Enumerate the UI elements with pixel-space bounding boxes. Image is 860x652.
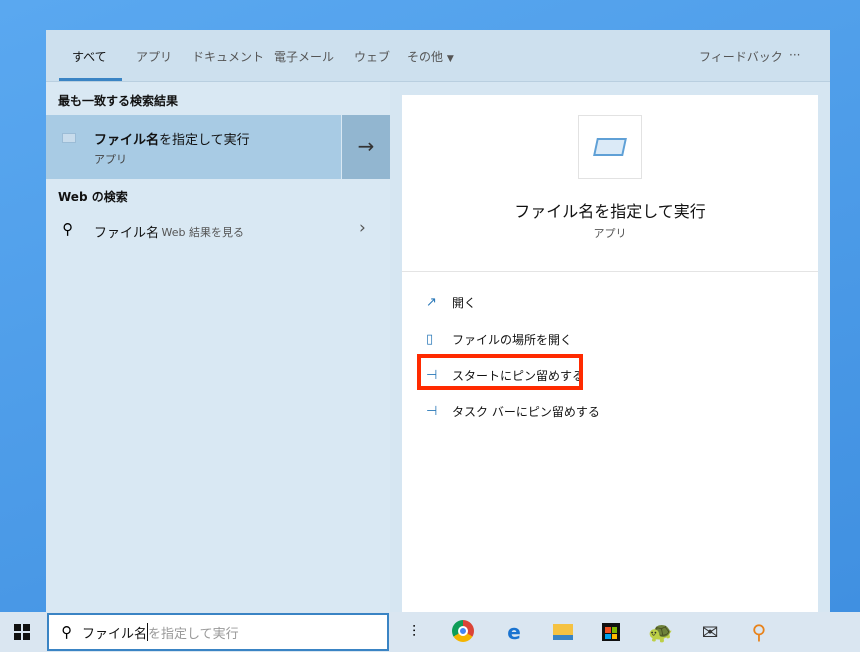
action-label: 開く <box>452 296 477 310</box>
highlight-box <box>417 354 583 390</box>
best-match-result[interactable]: ファイル名を指定して実行 アプリ <box>46 115 341 179</box>
app-large-icon <box>578 115 642 179</box>
action-open-location[interactable]: ▯ ファイルの場所を開く <box>426 331 572 348</box>
divider <box>402 271 818 272</box>
search-icon: ⚲ <box>61 623 72 641</box>
tab-documents[interactable]: ドキュメント <box>192 48 264 65</box>
edge-icon[interactable]: e <box>502 620 526 644</box>
web-result[interactable]: ⚲ ファイル名 - Web 結果を見る › <box>46 212 390 248</box>
results-pane: 最も一致する検索結果 ファイル名を指定して実行 アプリ → Web の検索 ⚲ … <box>46 82 390 612</box>
taskbar: ⚲ ファイル名 を指定して実行 ⫶ e 🐢 ✉ ⚲ <box>0 612 860 652</box>
web-heading: Web の検索 <box>58 190 128 204</box>
file-explorer-icon[interactable] <box>551 620 575 644</box>
more-options-button[interactable]: ··· <box>789 48 800 62</box>
store-icon[interactable] <box>599 620 623 644</box>
active-tab-indicator <box>59 78 122 81</box>
chevron-down-icon: ▼ <box>446 54 454 64</box>
tab-email[interactable]: 電子メール <box>274 48 334 65</box>
search-typed-text: ファイル名 <box>82 626 148 642</box>
mail-icon[interactable]: ✉ <box>698 620 722 644</box>
web-result-suffix: - Web 結果を見る <box>154 226 244 239</box>
chevron-right-icon: › <box>359 218 366 238</box>
taskbar-search-input[interactable]: ⚲ ファイル名 を指定して実行 <box>47 613 389 651</box>
action-label: タスク バーにピン留めする <box>452 405 600 419</box>
best-match-title-bold: ファイル名 <box>94 133 160 148</box>
web-result-query: ファイル名 <box>94 226 160 241</box>
tab-all[interactable]: すべて <box>72 48 107 65</box>
run-app-icon <box>62 133 76 143</box>
chrome-icon[interactable] <box>452 620 476 644</box>
start-button[interactable] <box>14 624 30 640</box>
search-icon: ⚲ <box>62 220 73 238</box>
feedback-button[interactable]: フィードバック <box>699 48 783 65</box>
action-open[interactable]: ↗ 開く <box>426 294 476 311</box>
action-pin-taskbar[interactable]: ⊣ タスク バーにピン留めする <box>426 403 600 420</box>
tab-more-label: その他 <box>407 50 444 64</box>
best-match-heading: 最も一致する検索結果 <box>58 94 179 108</box>
file-location-icon: ▯ <box>426 332 434 347</box>
preview-title: ファイル名を指定して実行 <box>514 202 706 221</box>
action-label: ファイルの場所を開く <box>452 333 573 347</box>
preview-subtitle: アプリ <box>593 227 627 240</box>
turtle-app-icon[interactable]: 🐢 <box>648 620 673 644</box>
tab-web[interactable]: ウェブ <box>354 48 390 65</box>
tab-apps[interactable]: アプリ <box>136 48 172 65</box>
preview-pane: ファイル名を指定して実行 アプリ ↗ 開く ▯ ファイルの場所を開く ⊣ スタートにピ… <box>402 95 818 612</box>
pin-icon: ⊣ <box>426 404 438 419</box>
best-match-title-rest: を指定して実行 <box>159 133 250 148</box>
tab-more[interactable]: その他 ▼ <box>407 48 454 65</box>
arrow-right-icon[interactable]: → <box>342 115 390 179</box>
best-match-subtitle: アプリ <box>94 153 127 166</box>
search-suggestion-text: を指定して実行 <box>148 626 239 642</box>
task-view-icon[interactable]: ⫶ <box>402 620 426 644</box>
open-icon: ↗ <box>426 295 437 310</box>
search-panel: すべて アプリ ドキュメント 電子メール ウェブ その他 ▼ フィードバック ·… <box>46 30 830 612</box>
tab-bar: すべて アプリ ドキュメント 電子メール ウェブ その他 ▼ フィードバック ·… <box>46 30 830 82</box>
search-app-icon[interactable]: ⚲ <box>747 620 771 644</box>
